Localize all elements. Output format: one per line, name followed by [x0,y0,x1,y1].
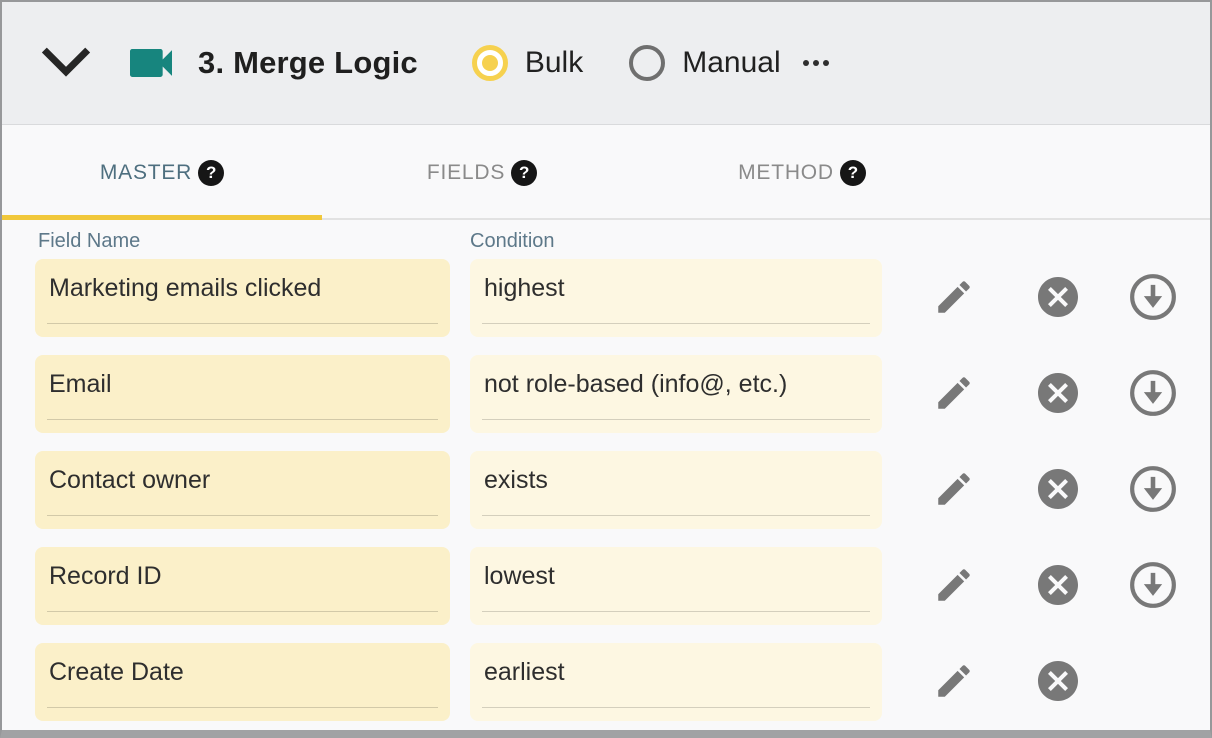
help-icon[interactable]: ? [198,160,224,186]
remove-button[interactable] [1034,274,1082,322]
field-name-value: Record ID [49,562,436,591]
mode-radio-group: Bulk Manual [472,45,781,81]
circle-x-icon [1034,369,1082,420]
column-headers: Field Name Condition [35,230,1210,259]
condition-value: not role-based (info@, etc.) [484,370,868,399]
input-underline [47,611,438,612]
condition-value: highest [484,274,868,303]
arrow-down-circle-icon [1128,464,1178,517]
pencil-icon [933,564,975,609]
condition-input[interactable]: lowest [470,547,882,625]
condition-value: exists [484,466,868,495]
help-icon[interactable]: ? [840,160,866,186]
remove-button[interactable] [1034,562,1082,610]
edit-button[interactable] [930,658,978,706]
field-name-input[interactable]: Marketing emails clicked [35,259,450,337]
input-underline [482,323,870,324]
field-name-value: Marketing emails clicked [49,274,436,303]
collapse-button[interactable] [40,44,92,83]
merge-logic-panel: 3. Merge Logic Bulk Manual MASTER ? FIEL… [0,0,1212,738]
radio-unselected-icon [629,45,665,81]
tab-master[interactable]: MASTER ? [2,125,322,220]
table-row: Record ID lowest [35,547,1210,625]
arrow-down-circle-icon [1128,368,1178,421]
step-title: 3. Merge Logic [198,45,418,81]
more-options-button[interactable] [799,54,833,72]
arrow-down-circle-icon [1128,560,1178,613]
arrow-down-circle-icon [1128,272,1178,325]
master-tab-content: Field Name Condition Marketing emails cl… [2,220,1210,721]
condition-value: lowest [484,562,868,591]
remove-button[interactable] [1034,658,1082,706]
edit-button[interactable] [930,562,978,610]
remove-button[interactable] [1034,466,1082,514]
condition-value: earliest [484,658,868,687]
row-actions [882,451,1178,529]
table-row: Contact owner exists [35,451,1210,529]
videocam-icon [120,35,182,91]
move-down-button[interactable] [1128,369,1178,419]
input-underline [47,707,438,708]
input-underline [482,515,870,516]
condition-input[interactable]: highest [470,259,882,337]
radio-manual-label: Manual [682,46,780,80]
input-underline [47,323,438,324]
table-row: Email not role-based (info@, etc.) [35,355,1210,433]
condition-input[interactable]: exists [470,451,882,529]
row-actions [882,355,1178,433]
pencil-icon [933,372,975,417]
condition-input[interactable]: not role-based (info@, etc.) [470,355,882,433]
field-name-column-label: Field Name [38,230,470,252]
circle-x-icon [1034,561,1082,612]
input-underline [482,611,870,612]
input-underline [47,419,438,420]
row-actions [882,547,1178,625]
move-down-button[interactable] [1128,273,1178,323]
radio-selected-icon [472,45,508,81]
edit-button[interactable] [930,274,978,322]
field-name-input[interactable]: Email [35,355,450,433]
edit-button[interactable] [930,466,978,514]
input-underline [482,419,870,420]
table-row: Create Date earliest [35,643,1210,721]
field-name-value: Contact owner [49,466,436,495]
field-name-value: Email [49,370,436,399]
row-actions [882,643,1178,721]
pencil-icon [933,468,975,513]
tab-method[interactable]: METHOD ? [642,125,962,220]
radio-bulk[interactable]: Bulk [472,45,583,81]
move-down-button[interactable] [1128,465,1178,515]
circle-x-icon [1034,657,1082,708]
panel-header: 3. Merge Logic Bulk Manual [2,2,1210,125]
radio-manual[interactable]: Manual [629,45,780,81]
ellipsis-icon [803,60,809,66]
row-actions [882,259,1178,337]
condition-input[interactable]: earliest [470,643,882,721]
pencil-icon [933,660,975,705]
tab-fields[interactable]: FIELDS ? [322,125,642,220]
table-row: Marketing emails clicked highest [35,259,1210,337]
chevron-down-icon [40,44,92,83]
input-underline [47,515,438,516]
remove-button[interactable] [1034,370,1082,418]
pencil-icon [933,276,975,321]
move-down-button[interactable] [1128,561,1178,611]
field-name-input[interactable]: Record ID [35,547,450,625]
field-name-value: Create Date [49,658,436,687]
circle-x-icon [1034,273,1082,324]
circle-x-icon [1034,465,1082,516]
field-name-input[interactable]: Create Date [35,643,450,721]
radio-bulk-label: Bulk [525,46,583,80]
rows: Marketing emails clicked highest [35,259,1210,721]
condition-column-label: Condition [470,230,555,252]
edit-button[interactable] [930,370,978,418]
field-name-input[interactable]: Contact owner [35,451,450,529]
help-icon[interactable]: ? [511,160,537,186]
tab-bar: MASTER ? FIELDS ? METHOD ? [2,125,1210,220]
input-underline [482,707,870,708]
